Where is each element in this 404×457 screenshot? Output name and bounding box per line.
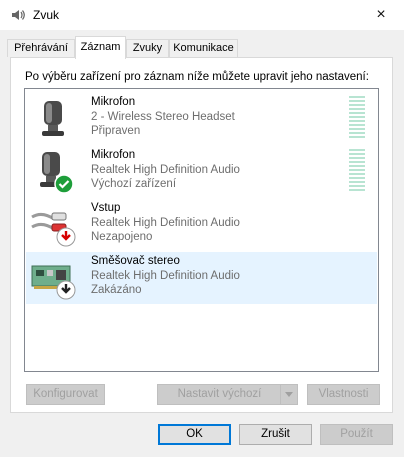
microphone-default-icon [40,152,74,194]
level-meter [349,149,365,193]
tab-sounds[interactable]: Zvuky [126,39,169,57]
apply-button[interactable]: Použít [320,424,393,445]
device-status: Nezapojeno [91,231,153,243]
sound-card-icon [31,265,76,300]
chevron-down-icon[interactable] [280,385,297,404]
instruction-text: Po výběru zařízení pro záznam níže můžet… [25,71,369,83]
device-name: Mikrofon [91,96,136,108]
device-item-line-in[interactable]: Vstup Realtek High Definition Audio Neza… [26,199,377,251]
configure-button[interactable]: Konfigurovat [26,384,105,405]
device-name: Vstup [91,202,121,214]
device-list[interactable]: Mikrofon 2 - Wireless Stereo Headset Při… [24,88,379,372]
window-title: Zvuk [33,8,60,22]
tab-communications[interactable]: Komunikace [169,39,238,57]
set-default-button[interactable]: Nastavit výchozí [157,384,298,405]
rca-input-icon [31,212,76,247]
title-bar: Zvuk × [0,0,404,30]
speaker-icon [12,10,25,20]
device-description: Realtek High Definition Audio [91,164,240,176]
device-item-default-mic[interactable]: Mikrofon Realtek High Definition Audio V… [26,146,377,198]
device-item-headset-mic[interactable]: Mikrofon 2 - Wireless Stereo Headset Při… [26,93,377,145]
device-description: Realtek High Definition Audio [91,270,240,282]
cancel-button[interactable]: Zrušit [239,424,312,445]
close-button[interactable]: × [358,0,404,30]
properties-button[interactable]: Vlastnosti [307,384,380,405]
device-name: Mikrofon [91,149,136,161]
device-description: Realtek High Definition Audio [91,217,240,229]
set-default-label: Nastavit výchozí [177,388,262,400]
recording-panel: Po výběru zařízení pro záznam níže můžet… [10,57,393,413]
device-item-stereo-mix[interactable]: Směšovač stereo Realtek High Definition … [26,252,377,304]
level-meter [349,96,365,140]
device-description: 2 - Wireless Stereo Headset [91,111,235,123]
device-status: Připraven [91,125,141,137]
tab-recording[interactable]: Záznam [75,36,126,59]
ok-button[interactable]: OK [158,424,231,445]
device-status: Zakázáno [91,284,142,296]
close-icon: × [376,6,386,23]
tab-playback[interactable]: Přehrávání [7,39,75,57]
device-name: Směšovač stereo [91,255,180,267]
device-status: Výchozí zařízení [91,178,177,190]
headset-mic-icon [42,101,64,136]
